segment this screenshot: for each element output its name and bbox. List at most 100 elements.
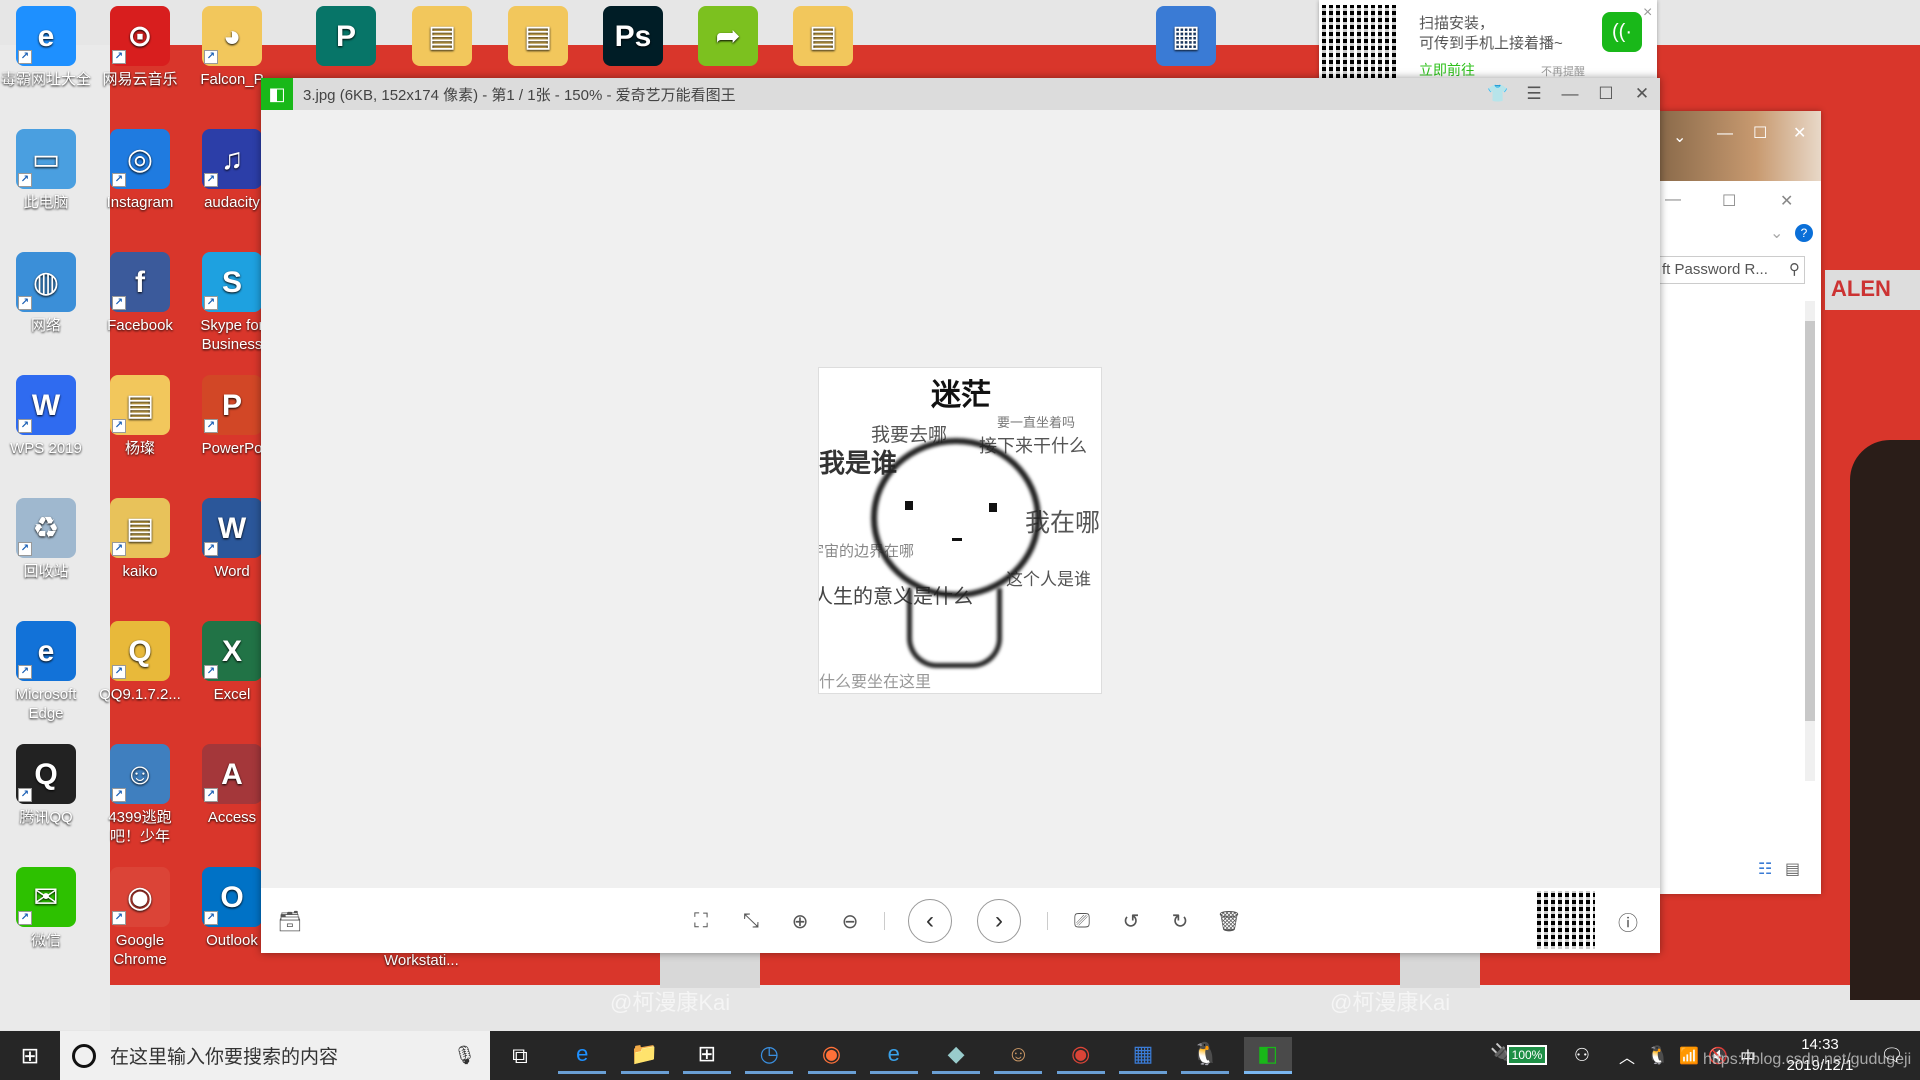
desktop-icon[interactable]: ✉ ↗ 微信 — [0, 867, 92, 950]
scrollbar[interactable] — [1805, 301, 1815, 781]
game-icon[interactable]: ☺ — [994, 1037, 1043, 1074]
desktop-icon[interactable]: Q ↗ QQ9.1.7.2... — [94, 621, 186, 704]
ie-icon[interactable]: e — [869, 1037, 918, 1074]
close-button[interactable]: ✕ — [1624, 84, 1660, 104]
desktop-icon[interactable]: e ↗ 毒霸网址大全 — [0, 6, 92, 89]
image-canvas[interactable]: 迷茫 我要去哪 要一直坐着吗 接下来干什么 我是谁 我在哪 宇宙的边界在哪 这个… — [261, 110, 1660, 888]
clock-app-icon[interactable]: ◷ — [745, 1037, 794, 1074]
battery-indicator[interactable]: 100% — [1507, 1045, 1547, 1065]
desktop-icon[interactable]: Ps — [587, 6, 679, 70]
search-icon[interactable]: ⚲ — [1789, 260, 1800, 278]
desktop-icon[interactable]: ▦ — [1140, 6, 1232, 70]
firefox-icon[interactable]: ◉ — [807, 1037, 856, 1074]
shortcut-arrow-icon: ↗ — [112, 542, 126, 556]
desktop-icon[interactable]: ☺ ↗ 4399逃跑吧！少年 — [94, 744, 186, 846]
desktop-icon[interactable]: ▤ ↗ kaiko — [94, 498, 186, 581]
desktop-icon[interactable]: ♻ ↗ 回收站 — [0, 498, 92, 581]
app-icon: ▤ ↗ — [110, 498, 170, 558]
iqiyi-viewer-icon[interactable]: ◧ — [1243, 1037, 1292, 1074]
divider — [1047, 912, 1048, 930]
desktop-icon[interactable]: ◉ ↗ Google Chrome — [94, 867, 186, 969]
edge-icon[interactable]: e — [558, 1037, 607, 1074]
task-view-icon[interactable]: ⧉ — [496, 1037, 544, 1074]
app-icon[interactable]: ◆ — [932, 1037, 981, 1074]
start-button[interactable]: ⊞ — [6, 1037, 54, 1074]
wallpaper-person — [1850, 440, 1920, 1000]
desktop-icon-label: QQ9.1.7.2... — [99, 686, 181, 703]
desktop-icon[interactable]: ◕ ↗ Falcon_P — [186, 6, 278, 89]
desktop-icon[interactable]: ▭ ↗ 此电脑 — [0, 129, 92, 212]
desktop-icon[interactable]: P — [300, 6, 392, 70]
wallpaper-gap — [1400, 953, 1480, 988]
app-icon: A ↗ — [202, 744, 262, 804]
menu-icon[interactable]: ☰ — [1516, 84, 1552, 104]
desktop-icon[interactable]: ➦ — [682, 6, 774, 70]
app-icon: ◉ ↗ — [110, 867, 170, 927]
maximize-button[interactable]: ☐ — [1588, 84, 1624, 104]
toolbox-icon[interactable]: 🗃 — [275, 906, 305, 936]
chevron-down-icon[interactable]: ⌄ — [1770, 223, 1783, 243]
desktop-icon-label: Instagram — [106, 194, 174, 211]
zoom-in-icon[interactable]: ⊕ — [785, 906, 815, 936]
action-center-icon[interactable]: 🗨 — [1868, 1037, 1916, 1074]
chevron-down-icon[interactable]: ⌄ — [1673, 127, 1686, 147]
slideshow-icon[interactable]: ⎚ — [1067, 906, 1097, 936]
list-view-icon[interactable]: ☷ — [1758, 859, 1772, 879]
zoom-out-icon[interactable]: ⊖ — [835, 906, 865, 936]
app-icon: ▦ — [1156, 6, 1216, 66]
background-window-header: ⌄ — ☐ ✕ — [1660, 111, 1821, 181]
divider — [884, 912, 885, 930]
shortcut-arrow-icon: ↗ — [18, 419, 32, 433]
previous-image-button[interactable]: ‹ — [908, 899, 952, 943]
rotate-right-icon[interactable]: ↻ — [1165, 906, 1195, 936]
desktop-icon[interactable]: ◍ ↗ 网络 — [0, 252, 92, 335]
desktop-icon[interactable]: ▤ — [396, 6, 488, 70]
search-box[interactable]: 在这里输入你要搜索的内容 🎙 — [60, 1031, 490, 1080]
desktop-icon[interactable]: ▤ ↗ 杨璨 — [94, 375, 186, 458]
store-icon[interactable]: ⊞ — [682, 1037, 731, 1074]
shortcut-arrow-icon: ↗ — [18, 50, 32, 64]
winrar-icon[interactable]: ▦ — [1119, 1037, 1167, 1074]
minimize-icon[interactable]: — — [1717, 125, 1733, 143]
desktop-icon[interactable]: Q ↗ 腾讯QQ — [0, 744, 92, 827]
skin-icon[interactable]: 👕 — [1480, 84, 1516, 104]
desktop-icon[interactable]: ▤ — [777, 6, 869, 70]
desktop-icon[interactable]: f ↗ Facebook — [94, 252, 186, 335]
delete-icon[interactable]: 🗑 — [1214, 906, 1244, 936]
qq-icon[interactable]: 🐧 — [1181, 1037, 1230, 1074]
close-icon[interactable]: ✕ — [1793, 123, 1806, 143]
close-icon[interactable]: ✕ — [1780, 191, 1793, 211]
popup-dismiss-link[interactable]: 不再提醒 — [1541, 63, 1585, 79]
shortcut-arrow-icon: ↗ — [18, 788, 32, 802]
next-image-button[interactable]: › — [977, 899, 1021, 943]
shortcut-arrow-icon: ↗ — [18, 911, 32, 925]
maximize-icon[interactable]: ☐ — [1722, 191, 1736, 211]
chrome-icon[interactable]: ◉ — [1056, 1037, 1105, 1074]
maximize-icon[interactable]: ☐ — [1753, 123, 1767, 143]
minimize-button[interactable]: — — [1552, 84, 1588, 104]
desktop-icon-label: 网易云音乐 — [102, 71, 178, 88]
info-icon[interactable]: ⓘ — [1613, 906, 1643, 936]
people-icon[interactable]: ⚇ — [1558, 1037, 1606, 1074]
qr-code[interactable] — [1537, 891, 1595, 949]
help-icon[interactable]: ? — [1795, 224, 1813, 242]
image-text: 什么要坐在这里 — [819, 672, 932, 691]
shortcut-arrow-icon: ↗ — [112, 296, 126, 310]
fit-window-icon[interactable]: ⛶ — [686, 906, 716, 936]
minimize-icon[interactable]: — — [1665, 191, 1681, 209]
file-explorer-icon[interactable]: 📁 — [620, 1037, 669, 1074]
desktop-icon[interactable]: e ↗ Microsoft Edge — [0, 621, 92, 723]
search-field[interactable]: ft Password R... ⚲ — [1660, 256, 1805, 284]
desktop-icon[interactable]: ▤ — [492, 6, 584, 70]
rotate-left-icon[interactable]: ↺ — [1116, 906, 1146, 936]
popup-close-button[interactable]: × — [1643, 4, 1652, 22]
actual-size-icon[interactable]: ⤡ — [736, 906, 766, 936]
iqiyi-viewer-logo: ◧ — [261, 78, 293, 110]
desktop-icon[interactable]: W ↗ WPS 2019 — [0, 375, 92, 458]
desktop-icon[interactable]: ◎ ↗ Instagram — [94, 129, 186, 212]
desktop-icon[interactable]: ⊙ ↗ 网易云音乐 — [94, 6, 186, 89]
popup-go-link[interactable]: 立即前往 — [1419, 60, 1475, 80]
background-window[interactable]: ⌄ — ☐ ✕ — ☐ ✕ ⌄ ? ft Password R... ⚲ ☷ ▤ — [1660, 111, 1821, 894]
microphone-icon[interactable]: 🎙 — [453, 1045, 476, 1066]
detail-view-icon[interactable]: ▤ — [1785, 859, 1800, 879]
